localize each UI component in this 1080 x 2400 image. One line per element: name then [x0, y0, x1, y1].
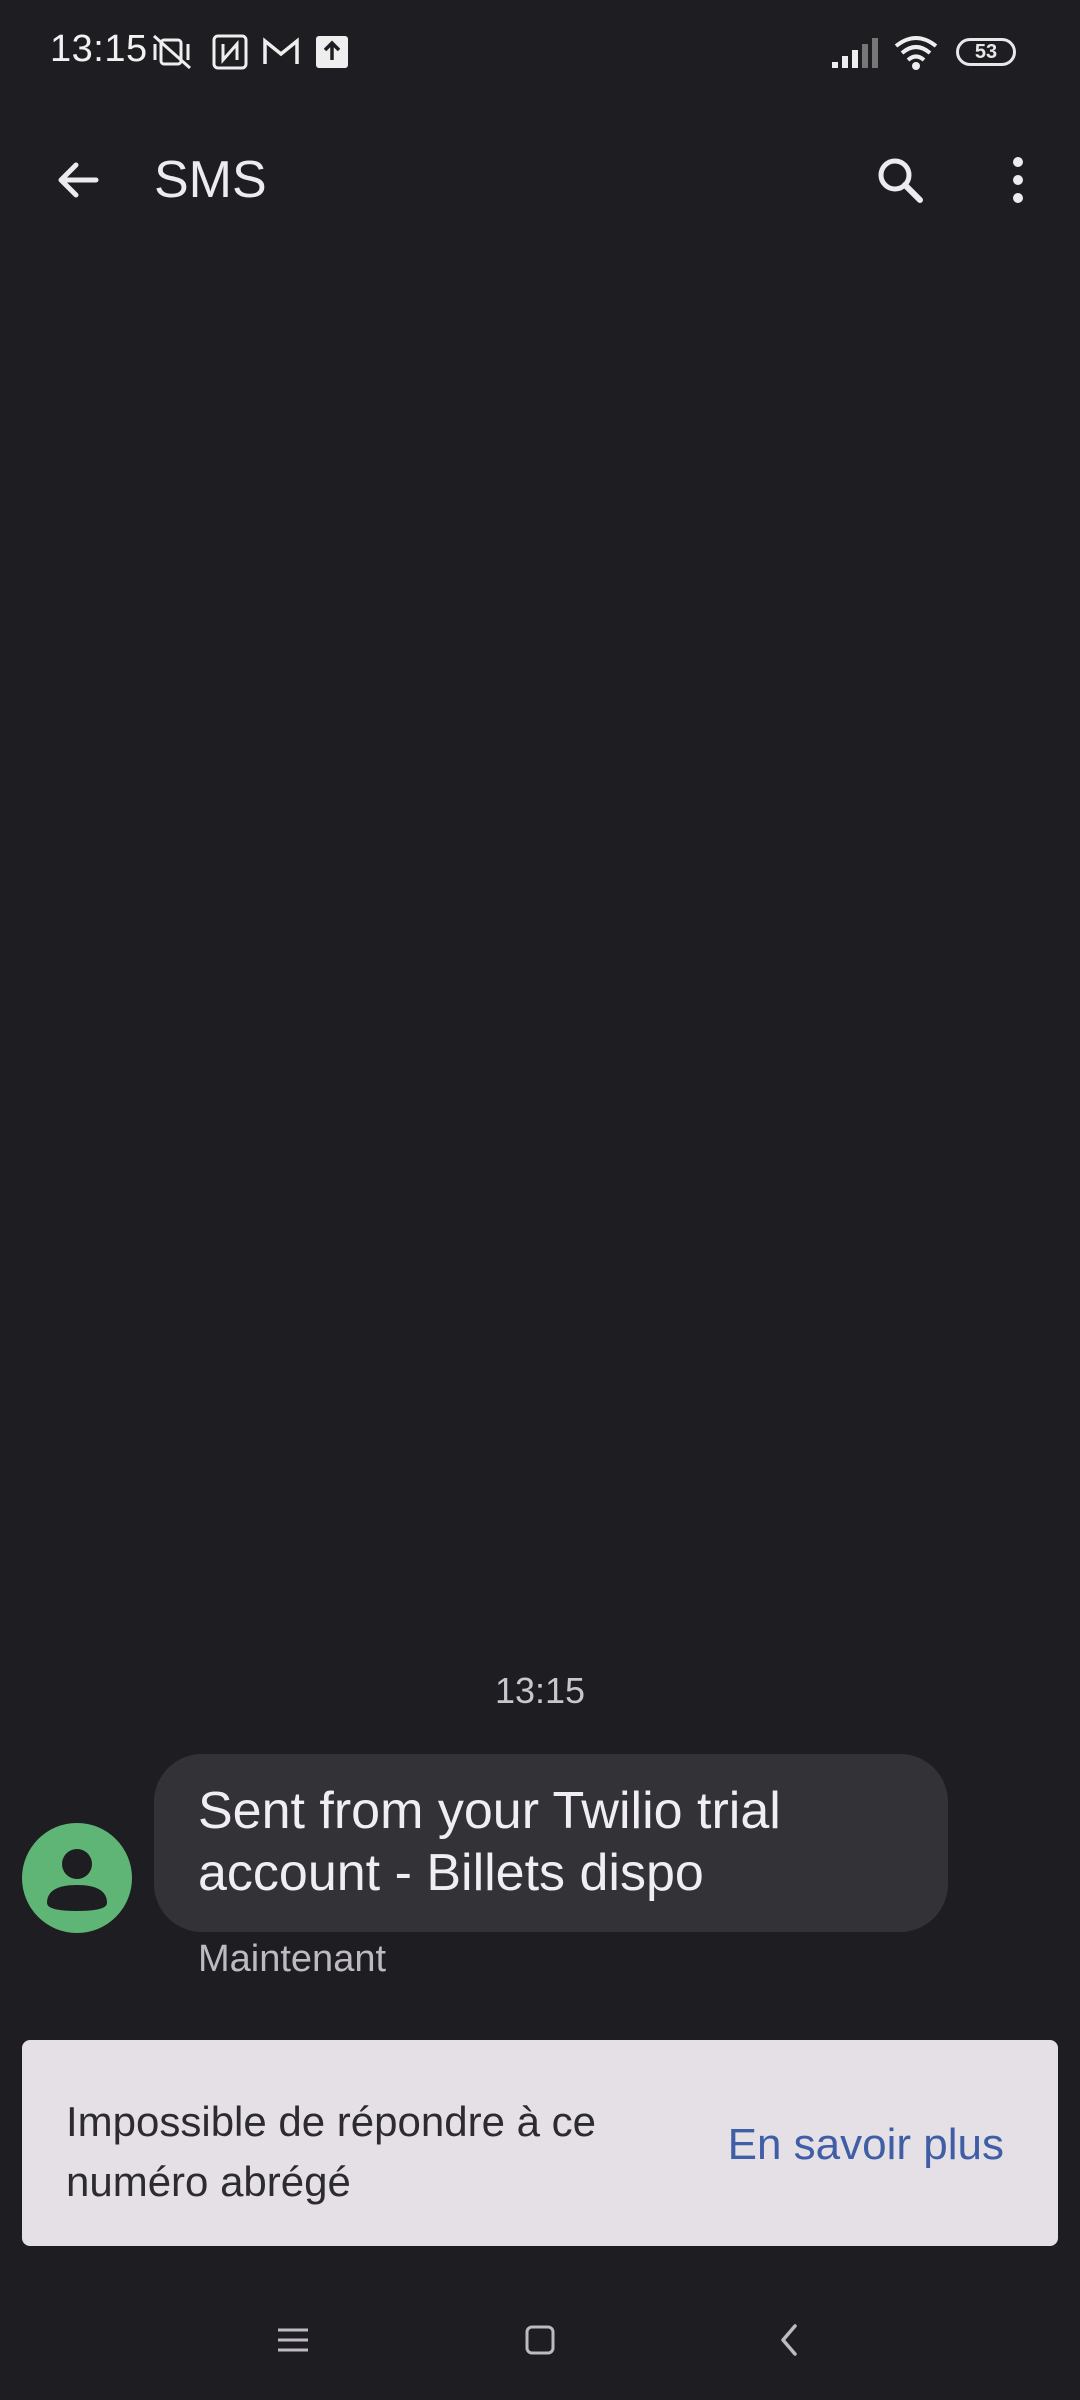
more-vert-icon	[1013, 157, 1023, 203]
learn-more-link[interactable]: En savoir plus	[728, 2120, 1004, 2170]
back-icon	[781, 2324, 797, 2356]
search-icon	[878, 158, 923, 203]
home-icon	[525, 2325, 555, 2355]
vibrate-off-icon	[150, 32, 191, 72]
battery-icon: 53	[956, 38, 1016, 66]
status-bar: 13:15 53	[0, 0, 1080, 110]
avatar[interactable]	[22, 1823, 132, 1933]
message-status: Maintenant	[198, 1938, 387, 1980]
system-nav-bar	[0, 2290, 1080, 2380]
message-bubble[interactable]: Sent from your Twilio trial account - Bi…	[154, 1754, 948, 1932]
arrow-back-icon	[58, 162, 99, 198]
gmail-icon	[260, 32, 300, 72]
banner-text: Impossible de répondre à ce numéro abrég…	[66, 2098, 596, 2205]
recents-icon	[278, 2328, 308, 2352]
message-timestamp: 13:15	[494, 1670, 586, 1711]
upload-icon	[312, 32, 352, 72]
wifi-icon	[892, 34, 940, 77]
nfc-icon	[210, 32, 250, 72]
battery-level: 53	[974, 41, 998, 63]
screen: 13:15 53 SMS 13:15 Sent from your Twilio…	[0, 0, 1080, 2400]
status-time: 13:15	[50, 28, 148, 70]
signal-icon	[830, 36, 880, 75]
app-bar: SMS	[0, 130, 1080, 230]
search-button[interactable]	[862, 142, 938, 218]
recents-button[interactable]	[263, 2310, 323, 2370]
reply-unavailable-banner: Impossible de répondre à ce numéro abrég…	[22, 2040, 1058, 2246]
person-icon	[47, 1849, 107, 1911]
more-options-button[interactable]	[980, 142, 1056, 218]
page-title: SMS	[154, 151, 267, 209]
home-button[interactable]	[510, 2310, 570, 2370]
back-button[interactable]	[40, 142, 116, 218]
nav-back-button[interactable]	[760, 2310, 820, 2370]
